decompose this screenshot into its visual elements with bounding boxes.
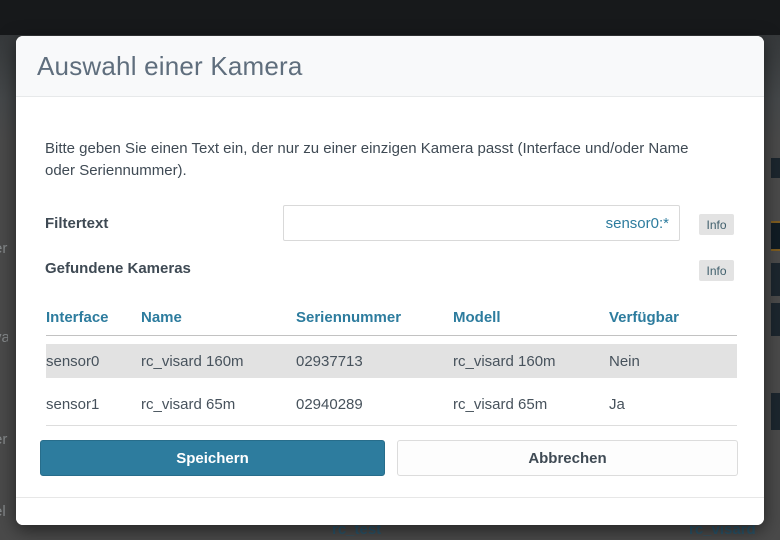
filter-row: Filtertext: [16, 205, 764, 241]
camera-selection-dialog: Auswahl einer Kamera Bitte geben Sie ein…: [16, 36, 764, 525]
background-text-fragment: er: [0, 431, 8, 448]
background-text-fragment: il: [0, 128, 8, 145]
header-name: Name: [141, 309, 296, 326]
cell-serial: 02937713: [296, 353, 453, 370]
background-thumbnail: [771, 158, 780, 178]
screen: il er va er el rc_test rc_visard 65m Aus…: [0, 0, 780, 540]
cell-interface: sensor0: [46, 353, 141, 370]
background-thumbnail: [771, 263, 780, 296]
filter-info-button[interactable]: Info: [699, 214, 734, 235]
cell-interface: sensor1: [46, 396, 141, 413]
header-modell: Modell: [453, 309, 609, 326]
table-bottom-border: [46, 421, 737, 426]
cell-model: rc_visard 65m: [453, 396, 609, 413]
save-button[interactable]: Speichern: [40, 440, 385, 476]
dialog-intro-text: Bitte geben Sie einen Text ein, der nur …: [45, 138, 717, 182]
cell-name: rc_visard 160m: [141, 353, 296, 370]
dialog-footer: [16, 497, 764, 525]
background-text-fragment: va: [0, 329, 8, 346]
header-seriennummer: Seriennummer: [296, 309, 453, 326]
background-top-bar: [0, 0, 780, 35]
cell-available: Ja: [609, 396, 737, 413]
cell-serial: 02940289: [296, 396, 453, 413]
background-thumbnail: [771, 303, 780, 336]
table-row-sensor1[interactable]: sensor1 rc_visard 65m 02940289 rc_visard…: [46, 387, 737, 421]
camera-table: Interface Name Seriennummer Modell Verfü…: [46, 300, 737, 426]
header-verfuegbar: Verfügbar: [609, 309, 737, 326]
table-header-row: Interface Name Seriennummer Modell Verfü…: [46, 300, 737, 336]
background-thumbnail: [771, 393, 780, 430]
found-cameras-label: Gefundene Kameras: [45, 260, 191, 277]
cell-model: rc_visard 160m: [453, 353, 609, 370]
filter-input[interactable]: [283, 205, 680, 241]
cell-name: rc_visard 65m: [141, 396, 296, 413]
table-row-sensor0[interactable]: sensor0 rc_visard 160m 02937713 rc_visar…: [46, 344, 737, 378]
background-text-fragment: er: [0, 240, 8, 257]
dialog-title: Auswahl einer Kamera: [37, 51, 303, 82]
filter-label: Filtertext: [45, 215, 108, 232]
cancel-button[interactable]: Abbrechen: [397, 440, 738, 476]
background-thumbnail-selected: [771, 221, 780, 251]
header-interface: Interface: [46, 309, 141, 326]
cell-available: Nein: [609, 353, 737, 370]
dialog-header: Auswahl einer Kamera: [16, 36, 764, 97]
found-cameras-info-button[interactable]: Info: [699, 260, 734, 281]
background-text-fragment: el: [0, 503, 8, 520]
